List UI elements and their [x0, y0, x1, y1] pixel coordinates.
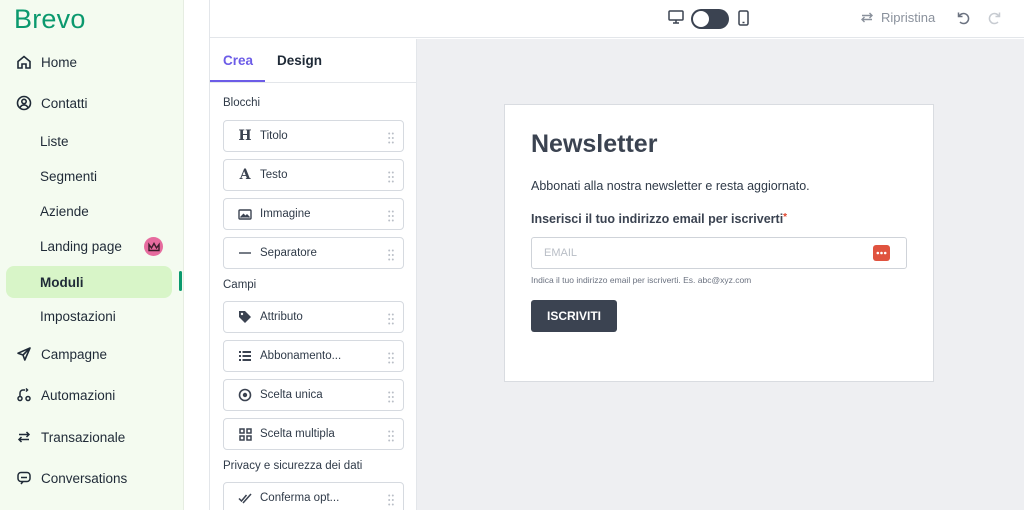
- drag-handle-icon[interactable]: [388, 131, 394, 149]
- restore-label: Ripristina: [881, 10, 936, 25]
- sidebar-item-label: Moduli: [40, 274, 84, 290]
- undo-icon[interactable]: [955, 10, 971, 31]
- required-mark: *: [783, 212, 788, 223]
- drag-handle-icon[interactable]: [388, 351, 394, 369]
- sidebar-item-label: Transazionale: [41, 429, 126, 445]
- drag-handle-icon[interactable]: [388, 390, 394, 408]
- list-icon: [237, 350, 253, 362]
- block-label: Testo: [260, 169, 288, 181]
- device-view-toggle[interactable]: [691, 9, 729, 29]
- image-icon: [237, 208, 253, 220]
- email-label-text: Inserisci il tuo indirizzo email per isc…: [531, 212, 784, 226]
- email-field-label[interactable]: Inserisci il tuo indirizzo email per isc…: [531, 212, 787, 226]
- sidebar-item-transazionale[interactable]: Transazionale: [0, 422, 184, 452]
- heading-icon: H: [238, 128, 252, 144]
- sidebar-item-automazioni[interactable]: Automazioni: [0, 380, 184, 410]
- subscribe-button[interactable]: ISCRIVITI: [531, 300, 617, 332]
- sidebar-item-moduli[interactable]: Moduli: [6, 266, 172, 298]
- block-label: Scelta unica: [260, 389, 323, 401]
- radio-icon: [237, 388, 253, 402]
- sidebar-item-label: Campagne: [41, 346, 108, 362]
- drag-handle-icon[interactable]: [388, 493, 394, 510]
- contacts-icon: [14, 93, 34, 113]
- block-label: Abbonamento...: [260, 350, 342, 362]
- sidebar-item-label: Landing page: [40, 238, 122, 254]
- email-help-text: Indica il tuo indirizzo email per iscriv…: [531, 275, 752, 285]
- chat-icon: [14, 468, 34, 488]
- form-title[interactable]: Newsletter: [531, 130, 657, 159]
- sidebar-gutter: [184, 0, 210, 510]
- sidebar-item-label: Home: [41, 54, 78, 70]
- form-description[interactable]: Abbonati alla nostra newsletter e resta …: [531, 179, 810, 193]
- editor-toolbar: Ripristina: [210, 0, 1024, 38]
- grid-icon: [237, 427, 253, 441]
- block-separatore[interactable]: Separatore: [223, 237, 404, 269]
- tab-crea[interactable]: Crea: [223, 53, 253, 68]
- sidebar-item-label: Liste: [40, 133, 69, 149]
- sidebar-item-label: Aziende: [40, 203, 89, 219]
- block-label: Separatore: [260, 247, 317, 259]
- transfer-icon: [14, 427, 34, 447]
- drag-handle-icon[interactable]: [388, 312, 394, 330]
- toggle-knob: [693, 11, 709, 27]
- redo-icon[interactable]: [987, 10, 1003, 31]
- brevo-logo[interactable]: Brevo: [14, 4, 86, 35]
- drag-handle-icon[interactable]: [388, 248, 394, 266]
- section-label-privacy: Privacy e sicurezza dei dati: [223, 460, 363, 472]
- field-attributo[interactable]: Attributo: [223, 301, 404, 333]
- block-label: Immagine: [260, 208, 311, 220]
- builder-tabs: Crea Design: [210, 39, 417, 83]
- restore-icon: [861, 12, 873, 23]
- sidebar-item-impostazioni[interactable]: Impostazioni: [0, 301, 184, 331]
- send-icon: [14, 344, 34, 364]
- sidebar-item-label: Conversations: [41, 470, 128, 486]
- email-input[interactable]: [531, 237, 907, 269]
- sidebar-item-home[interactable]: Home: [0, 47, 184, 77]
- sidebar-item-segmenti[interactable]: Segmenti: [0, 161, 184, 191]
- separator-icon: [237, 251, 253, 255]
- sidebar-item-conversations[interactable]: Conversations: [0, 463, 184, 493]
- sidebar-item-liste[interactable]: Liste: [0, 126, 184, 156]
- mobile-icon[interactable]: [738, 10, 749, 31]
- field-abbonamento[interactable]: Abbonamento...: [223, 340, 404, 372]
- text-icon: A: [239, 167, 251, 183]
- sidebar-item-contatti[interactable]: Contatti: [0, 88, 184, 118]
- tab-active-underline: [210, 80, 265, 82]
- block-testo[interactable]: A Testo: [223, 159, 404, 191]
- form-preview-card[interactable]: Newsletter Abbonati alla nostra newslett…: [504, 104, 934, 382]
- automation-icon: [14, 385, 34, 405]
- restore-button[interactable]: Ripristina: [860, 10, 935, 25]
- sidebar: Brevo Home Contatti Liste Segmenti Azien…: [0, 0, 184, 510]
- active-indicator: [179, 271, 182, 291]
- sidebar-item-label: Segmenti: [40, 168, 98, 184]
- desktop-icon[interactable]: [668, 10, 684, 29]
- block-titolo[interactable]: H Titolo: [223, 120, 404, 152]
- drag-handle-icon[interactable]: [388, 170, 394, 188]
- password-manager-icon[interactable]: [873, 245, 890, 261]
- field-scelta-multipla[interactable]: Scelta multipla: [223, 418, 404, 450]
- form-canvas: Newsletter Abbonati alla nostra newslett…: [417, 39, 1024, 510]
- sidebar-item-label: Automazioni: [41, 387, 116, 403]
- drag-handle-icon[interactable]: [388, 209, 394, 227]
- block-label: Conferma opt...: [260, 492, 340, 504]
- section-label-fields: Campi: [223, 279, 257, 291]
- block-immagine[interactable]: Immagine: [223, 198, 404, 230]
- block-label: Attributo: [260, 311, 303, 323]
- sidebar-item-label: Contatti: [41, 95, 88, 111]
- sidebar-item-aziende[interactable]: Aziende: [0, 196, 184, 226]
- field-conferma-opt[interactable]: Conferma opt...: [223, 482, 404, 510]
- home-icon: [14, 52, 34, 72]
- sidebar-item-label: Impostazioni: [40, 308, 116, 324]
- block-label: Titolo: [260, 130, 288, 142]
- tag-icon: [237, 310, 253, 324]
- section-label-blocks: Blocchi: [223, 97, 261, 109]
- double-check-icon: [237, 492, 253, 504]
- drag-handle-icon[interactable]: [388, 429, 394, 447]
- sidebar-item-campagne[interactable]: Campagne: [0, 339, 184, 369]
- field-scelta-unica[interactable]: Scelta unica: [223, 379, 404, 411]
- builder-panel: Crea Design Blocchi H Titolo A Testo Imm…: [210, 39, 417, 510]
- crown-icon: [144, 237, 163, 256]
- block-label: Scelta multipla: [260, 428, 335, 440]
- tab-design[interactable]: Design: [277, 53, 322, 68]
